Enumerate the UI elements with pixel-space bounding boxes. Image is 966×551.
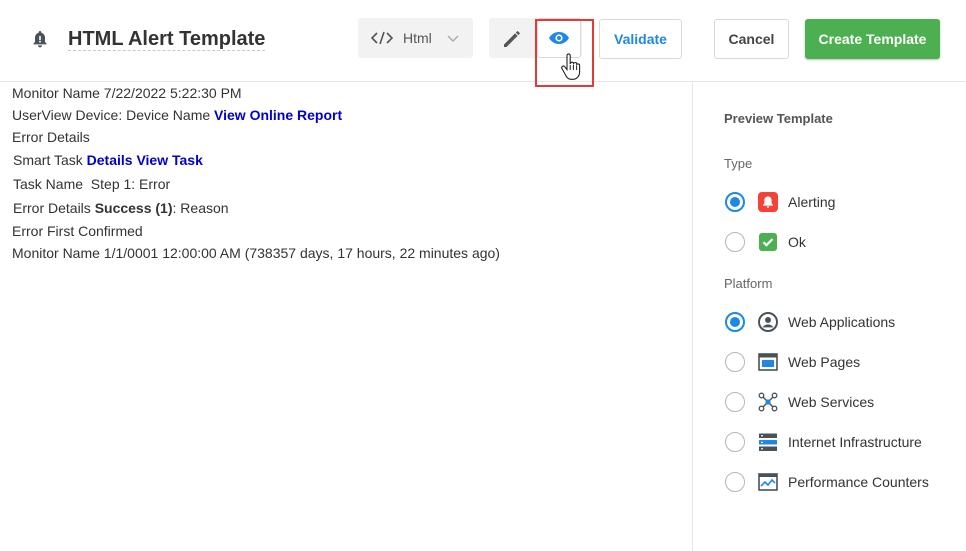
type-option-label: Alerting [788,194,836,210]
server-stack-icon [759,433,777,451]
hand-cursor-icon [561,53,581,80]
preview-line: Error First Confirmed [12,221,143,241]
preview-line-text: Task Name Step 1: Error [13,176,171,192]
preview-settings-panel: Preview Template Type Alerting Ok Platfo… [693,82,966,551]
preview-line: Monitor Name 7/22/2022 5:22:30 PM [12,83,242,103]
platform-option-label: Performance Counters [788,474,929,490]
radio-button[interactable] [725,192,745,212]
page-title[interactable]: HTML Alert Template [68,28,266,51]
platform-option-web-pages[interactable]: Web Pages [725,350,860,374]
header-bar: HTML Alert Template Html Validate Cancel… [0,0,966,87]
code-icon [371,31,393,45]
radio-button[interactable] [725,432,745,452]
radio-button[interactable] [725,352,745,372]
platform-option-label: Web Pages [788,354,861,370]
radio-button[interactable] [725,392,745,412]
platform-option-label: Web Services [788,394,875,410]
pencil-edit-icon[interactable] [501,28,523,50]
platform-option-web-applications[interactable]: Web Applications [725,310,895,334]
panel-title: Preview Template [724,111,833,126]
preview-line-text: Error First Confirmed [12,223,143,239]
alert-bell-icon [758,192,778,212]
preview-line: Monitor Name 1/1/0001 12:00:00 AM (73835… [12,243,500,263]
type-option-alerting[interactable]: Alerting [725,190,835,214]
platform-section-label: Platform [724,276,773,291]
preview-line-text: : Reason [172,200,229,216]
platform-option-web-services[interactable]: Web Services [725,390,874,414]
type-option-label: Ok [788,234,806,250]
view-online-report-link[interactable]: View Online Report [214,107,342,123]
preview-line: Error Details Success (1): Reason [13,198,229,218]
radio-button[interactable] [725,232,745,252]
format-select-value: Html [403,30,432,46]
preview-line-text: Error Details [13,200,95,216]
chevron-down-icon [447,35,459,42]
preview-line-text: Error Details [12,129,90,145]
chart-monitor-icon [758,473,778,491]
preview-line: Smart Task Details View Task [13,150,203,170]
browser-window-icon [758,353,778,371]
network-nodes-icon [758,392,778,412]
bell-icon [33,31,47,48]
preview-line: Error Details [12,127,90,147]
format-select[interactable]: Html [358,18,473,58]
radio-button[interactable] [725,472,745,492]
platform-option-label: Web Applications [788,314,896,330]
platform-option-performance-counters[interactable]: Performance Counters [725,470,929,494]
type-section-label: Type [724,156,753,171]
platform-option-label: Internet Infrastructure [788,434,922,450]
preview-line-text: UserView Device: Device Name [12,107,215,123]
status-bold-text: Success (1) [94,200,173,216]
radio-button[interactable] [725,312,745,332]
create-template-button[interactable]: Create Template [805,19,940,59]
check-icon [759,233,777,251]
validate-button[interactable]: Validate [599,19,682,59]
preview-line-text: Smart Task [13,152,87,168]
view-task-link[interactable]: Details View Task [87,152,203,168]
preview-line-text: Monitor Name 7/22/2022 5:22:30 PM [12,85,242,101]
cancel-button[interactable]: Cancel [714,19,789,59]
type-option-ok[interactable]: Ok [725,230,806,254]
preview-line: Task Name Step 1: Error [13,174,170,194]
preview-line-text: Monitor Name 1/1/0001 12:00:00 AM (73835… [12,245,500,261]
preview-line: UserView Device: Device Name View Online… [12,105,342,125]
platform-option-internet-infrastructure[interactable]: Internet Infrastructure [725,430,922,454]
user-circle-icon [758,312,778,332]
